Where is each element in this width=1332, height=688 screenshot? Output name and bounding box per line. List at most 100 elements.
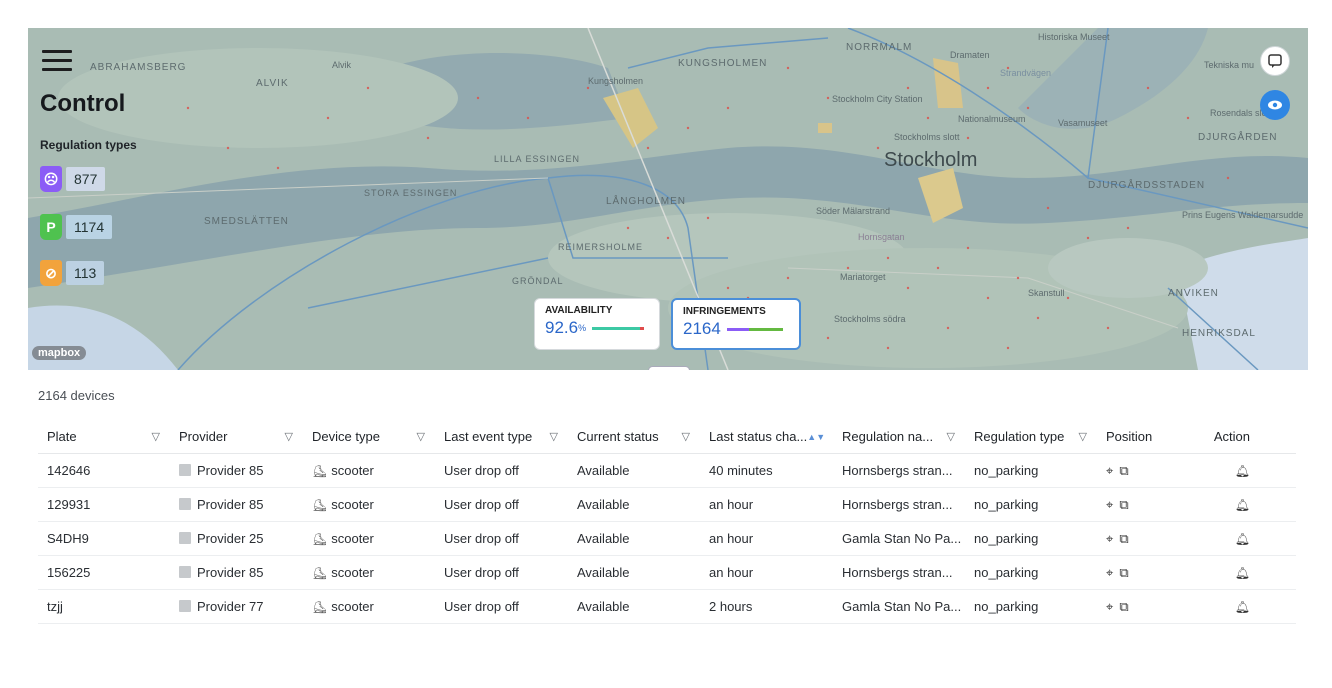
regulation-count: 113 — [66, 261, 105, 285]
filter-icon[interactable]: ▽ — [947, 430, 955, 443]
locate-icon[interactable]: ⌖ — [1106, 463, 1113, 479]
bell-icon[interactable]: 🔔︎ — [1235, 566, 1250, 580]
hamburger-menu-icon[interactable] — [42, 50, 72, 72]
provider-cell: Provider 85 — [170, 497, 303, 512]
column-regulation-type[interactable]: Regulation type ▽ — [965, 429, 1097, 444]
map-label: HENRIKSDAL — [1182, 328, 1256, 339]
copy-location-icon[interactable]: ⧉ — [1119, 531, 1128, 547]
provider-cell: Provider 85 — [170, 463, 303, 478]
column-label: Current status — [577, 429, 659, 444]
map-label: KUNGSHOLMEN — [678, 58, 767, 69]
provider-logo-icon — [179, 498, 191, 510]
device-count: 2164 devices — [38, 388, 115, 403]
provider-logo-icon — [179, 566, 191, 578]
column-provider[interactable]: Provider ▽ — [170, 429, 303, 444]
status-cell: Available — [577, 565, 630, 580]
position-cell: ⌖ ⧉ — [1097, 565, 1197, 581]
filter-icon[interactable]: ▽ — [550, 430, 558, 443]
filter-icon[interactable]: ▽ — [417, 430, 425, 443]
infringements-bar — [726, 327, 783, 331]
map-background: ABRAHAMSBERG Alvik ALVIK Kungsholmen KUN… — [28, 28, 1308, 370]
table-row[interactable]: tzjj Provider 77 ⛸ scooter User drop off … — [38, 590, 1296, 624]
regulation-type-cell: no_parking — [974, 599, 1039, 614]
infringements-card[interactable]: INFRINGEMENTS 2164 — [671, 298, 801, 350]
last-event-cell: User drop off — [444, 565, 519, 580]
map-label: Vasamuseet — [1058, 118, 1108, 128]
table-row[interactable]: S4DH9 Provider 25 ⛸ scooter User drop off… — [38, 522, 1296, 556]
status-cell: Available — [577, 599, 630, 614]
copy-location-icon[interactable]: ⧉ — [1119, 565, 1128, 581]
locate-icon[interactable]: ⌖ — [1106, 565, 1113, 581]
locate-icon[interactable]: ⌖ — [1106, 531, 1113, 547]
locate-icon[interactable]: ⌖ — [1106, 599, 1113, 615]
map-label: DJURGÅRDSSTADEN — [1088, 178, 1205, 191]
plate-cell: S4DH9 — [47, 531, 89, 546]
column-current-status[interactable]: Current status ▽ — [568, 429, 700, 444]
action-cell: 🔔︎ — [1197, 463, 1266, 478]
copy-location-icon[interactable]: ⧉ — [1119, 463, 1128, 479]
column-label: Last event type — [444, 429, 533, 444]
no-parking-icon: ⊘ — [40, 260, 62, 286]
map-label: Mariatorget — [840, 272, 886, 282]
resize-handle[interactable]: ...... — [648, 366, 690, 370]
filter-icon[interactable]: ▽ — [1079, 430, 1087, 443]
filter-icon[interactable]: ▽ — [682, 430, 690, 443]
bell-icon[interactable]: 🔔︎ — [1235, 600, 1250, 614]
regulation-name-cell: Gamla Stan No Pa... — [842, 531, 962, 546]
column-last-status-change[interactable]: Last status cha... ▲▼ — [700, 429, 833, 444]
column-regulation-name[interactable]: Regulation na... ▽ — [833, 429, 965, 444]
last-event-cell: User drop off — [444, 463, 519, 478]
position-cell: ⌖ ⧉ — [1097, 463, 1197, 479]
filter-icon[interactable]: ▽ — [285, 430, 293, 443]
last-change-cell: an hour — [709, 497, 754, 512]
device-type-cell: ⛸ scooter — [312, 497, 374, 512]
last-event-cell: User drop off — [444, 599, 519, 614]
regulation-name-cell: Hornsbergs stran... — [842, 463, 953, 478]
regulation-type-parking[interactable]: P 1174 — [40, 214, 113, 240]
availability-card[interactable]: AVAILABILITY 92.6% — [534, 298, 660, 350]
infringements-value: 2164 — [683, 319, 721, 338]
table-header: Plate ▽ Provider ▽ Device type ▽ Last event… — [38, 420, 1296, 454]
filter-icon[interactable]: ▽ — [152, 430, 160, 443]
table-row[interactable]: 156225 Provider 85 ⛸ scooter User drop of… — [38, 556, 1296, 590]
no-riding-zone-icon: ☹ — [40, 166, 62, 192]
action-cell: 🔔︎ — [1197, 599, 1266, 614]
map-label: ABRAHAMSBERG — [90, 62, 186, 73]
parking-zone-icon: P — [40, 214, 62, 240]
copy-location-icon[interactable]: ⧉ — [1119, 599, 1128, 615]
column-device-type[interactable]: Device type ▽ — [303, 429, 435, 444]
table-row[interactable]: 142646 Provider 85 ⛸ scooter User drop of… — [38, 454, 1296, 488]
map-label: Stockholms slott — [894, 132, 960, 142]
mapbox-logo[interactable]: mapbox — [32, 346, 87, 360]
map-label: Historiska Museet — [1038, 32, 1110, 42]
copy-location-icon[interactable]: ⧉ — [1119, 497, 1128, 513]
table-row[interactable]: 129931 Provider 85 ⛸ scooter User drop of… — [38, 488, 1296, 522]
map-label: Skanstull — [1028, 288, 1065, 298]
column-last-event-type[interactable]: Last event type ▽ — [435, 429, 568, 444]
column-label: Plate — [47, 429, 77, 444]
map-view[interactable]: ABRAHAMSBERG Alvik ALVIK Kungsholmen KUN… — [28, 28, 1308, 370]
column-action: Action — [1213, 429, 1250, 444]
map-label: LILLA ESSINGEN — [494, 154, 580, 164]
provider-cell: Provider 85 — [170, 565, 303, 580]
position-cell: ⌖ ⧉ — [1097, 497, 1197, 513]
provider-cell: Provider 25 — [170, 531, 303, 546]
visibility-toggle-button[interactable] — [1260, 90, 1290, 120]
regulation-type-no-riding[interactable]: ☹ 877 — [40, 166, 106, 192]
regulation-type-no-parking[interactable]: ⊘ 113 — [40, 260, 105, 286]
device-type-cell: ⛸ scooter — [312, 531, 374, 546]
regulation-name-cell: Hornsbergs stran... — [842, 497, 953, 512]
locate-icon[interactable]: ⌖ — [1106, 497, 1113, 513]
action-cell: 🔔︎ — [1197, 531, 1266, 546]
bell-icon[interactable]: 🔔︎ — [1235, 532, 1250, 546]
bell-icon[interactable]: 🔔︎ — [1235, 464, 1250, 478]
column-plate[interactable]: Plate ▽ — [38, 429, 170, 444]
chat-button[interactable] — [1260, 46, 1290, 76]
map-label: Stockholm — [884, 149, 977, 171]
map-label: Nationalmuseum — [958, 114, 1026, 124]
bell-icon[interactable]: 🔔︎ — [1235, 498, 1250, 512]
status-cell: Available — [577, 531, 630, 546]
position-cell: ⌖ ⧉ — [1097, 531, 1197, 547]
status-cell: Available — [577, 463, 630, 478]
sort-icon[interactable]: ▲▼ — [807, 432, 825, 442]
